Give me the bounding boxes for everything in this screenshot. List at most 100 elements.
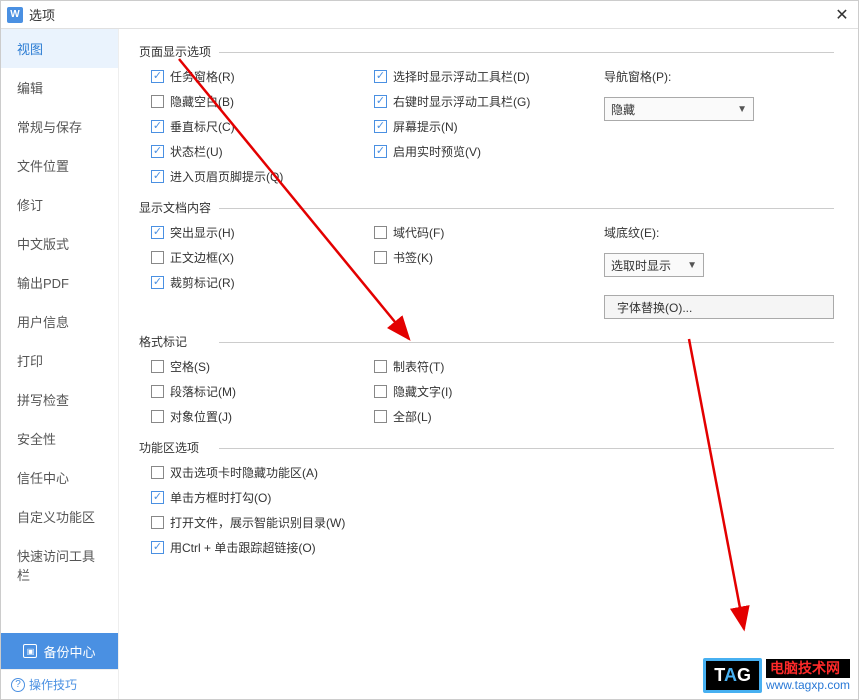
dropdown-arrow-icon: ▼ [687, 260, 697, 271]
sidebar-item-1[interactable]: 编辑 [1, 68, 118, 107]
checkbox-box [151, 145, 164, 158]
watermark-cn: 电脑技术网 [766, 659, 850, 678]
sidebar-item-5[interactable]: 中文版式 [1, 224, 118, 263]
checkbox-label: 用Ctrl + 单击跟踪超链接(O) [170, 539, 316, 556]
sidebar-item-4[interactable]: 修订 [1, 185, 118, 224]
ribbon-checkbox-2[interactable]: 打开文件，展示智能识别目录(W) [151, 514, 345, 531]
doc-content-checkbox-0[interactable]: 域代码(F) [374, 224, 604, 241]
checkbox-box [151, 70, 164, 83]
checkbox-box [151, 226, 164, 239]
backup-label: 备份中心 [43, 642, 95, 661]
sidebar-item-10[interactable]: 安全性 [1, 419, 118, 458]
close-button[interactable]: ✕ [832, 5, 852, 25]
checkbox-label: 状态栏(U) [170, 143, 223, 160]
page-display-checkbox-3[interactable]: 状态栏(U) [151, 143, 374, 160]
checkbox-label: 选择时显示浮动工具栏(D) [393, 68, 530, 85]
app-icon: W [7, 7, 23, 23]
checkbox-box [151, 516, 164, 529]
backup-icon: ▣ [23, 644, 37, 658]
checkbox-label: 域代码(F) [393, 224, 444, 241]
sidebar-item-8[interactable]: 打印 [1, 341, 118, 380]
format-marks-checkbox-1[interactable]: 隐藏文字(I) [374, 383, 604, 400]
checkbox-label: 全部(L) [393, 408, 432, 425]
checkbox-box [151, 251, 164, 264]
checkbox-box [374, 226, 387, 239]
checkbox-label: 垂直标尺(C) [170, 118, 235, 135]
checkbox-box [374, 360, 387, 373]
section-title-ribbon: 功能区选项 [139, 439, 834, 456]
checkbox-box [151, 541, 164, 554]
sidebar-item-9[interactable]: 拼写检查 [1, 380, 118, 419]
page-display-checkbox-3[interactable]: 启用实时预览(V) [374, 143, 604, 160]
ribbon-checkbox-0[interactable]: 双击选项卡时隐藏功能区(A) [151, 464, 345, 481]
checkbox-label: 对象位置(J) [170, 408, 232, 425]
checkbox-box [151, 170, 164, 183]
format-marks-checkbox-0[interactable]: 制表符(T) [374, 358, 604, 375]
page-display-checkbox-0[interactable]: 选择时显示浮动工具栏(D) [374, 68, 604, 85]
page-display-checkbox-1[interactable]: 右键时显示浮动工具栏(G) [374, 93, 604, 110]
checkbox-box [151, 360, 164, 373]
doc-content-checkbox-2[interactable]: 裁剪标记(R) [151, 274, 374, 291]
watermark: TAG 电脑技术网 www.tagxp.com [703, 658, 850, 693]
dropdown-arrow-icon: ▼ [737, 104, 747, 115]
checkbox-label: 单击方框时打勾(O) [170, 489, 271, 506]
page-display-checkbox-4[interactable]: 进入页眉页脚提示(Q) [151, 168, 374, 185]
watermark-url: www.tagxp.com [766, 678, 850, 692]
doc-content-checkbox-0[interactable]: 突出显示(H) [151, 224, 374, 241]
checkbox-box [151, 410, 164, 423]
window-title: 选项 [29, 5, 832, 24]
doc-content-checkbox-1[interactable]: 书签(K) [374, 249, 604, 266]
section-title-format-marks: 格式标记 [139, 333, 834, 350]
page-display-checkbox-1[interactable]: 隐藏空白(B) [151, 93, 374, 110]
field-shading-select[interactable]: 选取时显示 ▼ [604, 253, 704, 277]
checkbox-label: 隐藏空白(B) [170, 93, 234, 110]
sidebar-item-3[interactable]: 文件位置 [1, 146, 118, 185]
checkbox-box [151, 120, 164, 133]
tips-link[interactable]: ? 操作技巧 [1, 669, 118, 699]
sidebar-item-6[interactable]: 输出PDF [1, 263, 118, 302]
checkbox-label: 隐藏文字(I) [393, 383, 452, 400]
checkbox-box [374, 145, 387, 158]
checkbox-label: 突出显示(H) [170, 224, 235, 241]
sidebar-item-7[interactable]: 用户信息 [1, 302, 118, 341]
checkbox-label: 屏幕提示(N) [393, 118, 458, 135]
checkbox-box [374, 120, 387, 133]
checkbox-label: 书签(K) [393, 249, 433, 266]
checkbox-box [151, 491, 164, 504]
format-marks-checkbox-0[interactable]: 空格(S) [151, 358, 374, 375]
backup-center-button[interactable]: ▣ 备份中心 [1, 633, 118, 669]
checkbox-label: 空格(S) [170, 358, 210, 375]
checkbox-label: 正文边框(X) [170, 249, 234, 266]
sidebar-item-12[interactable]: 自定义功能区 [1, 497, 118, 536]
format-marks-checkbox-1[interactable]: 段落标记(M) [151, 383, 374, 400]
page-display-checkbox-0[interactable]: 任务窗格(R) [151, 68, 374, 85]
checkbox-box [374, 251, 387, 264]
section-title-doc-content: 显示文档内容 [139, 199, 834, 216]
checkbox-box [374, 410, 387, 423]
checkbox-label: 任务窗格(R) [170, 68, 235, 85]
checkbox-box [374, 385, 387, 398]
checkbox-label: 裁剪标记(R) [170, 274, 235, 291]
checkbox-box [151, 95, 164, 108]
page-display-checkbox-2[interactable]: 屏幕提示(N) [374, 118, 604, 135]
nav-pane-select[interactable]: 隐藏 ▼ [604, 97, 754, 121]
doc-content-checkbox-1[interactable]: 正文边框(X) [151, 249, 374, 266]
tips-icon: ? [11, 678, 25, 692]
nav-pane-value: 隐藏 [611, 101, 635, 118]
checkbox-label: 打开文件，展示智能识别目录(W) [170, 514, 345, 531]
checkbox-box [151, 466, 164, 479]
sidebar-item-2[interactable]: 常规与保存 [1, 107, 118, 146]
page-display-checkbox-2[interactable]: 垂直标尺(C) [151, 118, 374, 135]
ribbon-checkbox-3[interactable]: 用Ctrl + 单击跟踪超链接(O) [151, 539, 345, 556]
sidebar-item-13[interactable]: 快速访问工具栏 [1, 536, 118, 594]
sidebar-item-0[interactable]: 视图 [1, 29, 118, 68]
field-shading-label: 域底纹(E): [604, 224, 834, 241]
format-marks-checkbox-2[interactable]: 对象位置(J) [151, 408, 374, 425]
checkbox-label: 段落标记(M) [170, 383, 236, 400]
font-replace-button[interactable]: 字体替换(O)... [604, 295, 834, 319]
sidebar-item-11[interactable]: 信任中心 [1, 458, 118, 497]
ribbon-checkbox-1[interactable]: 单击方框时打勾(O) [151, 489, 345, 506]
checkbox-box [151, 276, 164, 289]
format-marks-checkbox-2[interactable]: 全部(L) [374, 408, 604, 425]
checkbox-label: 右键时显示浮动工具栏(G) [393, 93, 530, 110]
